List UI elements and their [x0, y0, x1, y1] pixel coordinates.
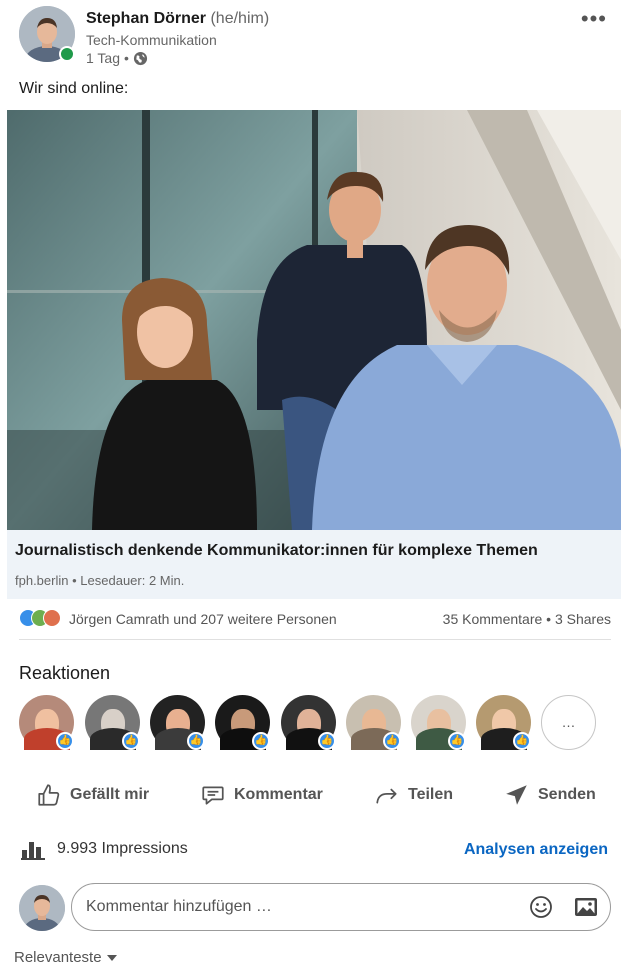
like-badge-icon: 👍 — [56, 732, 74, 750]
caret-down-icon — [106, 954, 117, 961]
post-header: Stephan Dörner (he/him) Tech-Kommunikati… — [0, 0, 621, 76]
more-reactors-button[interactable]: … — [541, 695, 596, 750]
like-badge-icon: 👍 — [383, 732, 401, 750]
post-meta: 1 Tag • — [86, 50, 148, 66]
image-icon[interactable] — [573, 895, 599, 919]
like-badge-icon: 👍 — [122, 732, 140, 750]
bar-chart-icon — [21, 842, 45, 860]
share-button[interactable]: Teilen — [374, 777, 453, 813]
reactor-avatar[interactable]: 👍 — [346, 695, 401, 750]
like-button[interactable]: Gefällt mir — [36, 777, 149, 813]
analytics-link[interactable]: Analysen anzeigen — [464, 841, 608, 859]
link-read-time: Lesedauer: 2 Min. — [80, 573, 185, 588]
link-preview[interactable]: Journalistisch denkende Kommunikator:inn… — [7, 530, 621, 599]
love-reaction-icon — [43, 609, 61, 627]
reactor-avatar[interactable]: 👍 — [19, 695, 74, 750]
reactions-avatars: 👍 👍 👍 👍 👍 👍 👍 👍 … — [19, 695, 611, 753]
send-icon — [506, 785, 527, 805]
comments-shares-count[interactable]: 35 Kommentare • 3 Shares — [443, 611, 611, 627]
like-badge-icon: 👍 — [318, 732, 336, 750]
share-arrow-icon — [376, 788, 397, 804]
sort-dropdown[interactable]: Relevanteste — [14, 949, 118, 966]
reactor-avatar[interactable]: 👍 — [476, 695, 531, 750]
comment-label: Kommentar — [234, 786, 323, 803]
link-title[interactable]: Journalistisch denkende Kommunikator:inn… — [15, 542, 538, 560]
post-image[interactable] — [7, 110, 621, 530]
author-avatar[interactable] — [19, 6, 75, 62]
thumbs-up-icon — [38, 784, 60, 806]
post-text: Wir sind online: — [19, 80, 129, 97]
online-status-dot — [59, 46, 75, 62]
author-subtitle: Tech-Kommunikation — [86, 32, 217, 48]
meta-separator: • — [124, 50, 129, 66]
sort-label: Relevanteste — [14, 949, 102, 966]
divider — [19, 639, 611, 640]
impressions-row: 9.993 Impressions Analysen anzeigen — [19, 838, 611, 862]
action-bar: Gefällt mir Kommentar Teilen Senden — [19, 777, 611, 813]
reactor-avatar[interactable]: 👍 — [215, 695, 270, 750]
author-name-line[interactable]: Stephan Dörner (he/him) — [86, 10, 269, 28]
current-user-avatar[interactable] — [19, 885, 65, 931]
send-label: Senden — [538, 786, 596, 803]
impressions-label: 9.993 Impressions — [57, 840, 188, 857]
reaction-icons[interactable] — [19, 609, 65, 629]
reactor-avatar[interactable]: 👍 — [281, 695, 336, 750]
social-counts: Jörgen Camrath und 207 weitere Personen … — [19, 608, 611, 632]
reactors-summary[interactable]: Jörgen Camrath und 207 weitere Personen — [69, 611, 337, 627]
like-badge-icon: 👍 — [448, 732, 466, 750]
comment-icon — [202, 786, 224, 805]
team-photo — [7, 110, 621, 530]
reactions-title: Reaktionen — [19, 663, 111, 683]
reactor-avatar[interactable]: 👍 — [85, 695, 140, 750]
post-time: 1 Tag — [86, 50, 120, 66]
share-label: Teilen — [408, 786, 454, 803]
link-source: fph.berlin — [15, 573, 69, 588]
reactor-avatar[interactable]: 👍 — [150, 695, 205, 750]
send-button[interactable]: Senden — [504, 777, 596, 813]
link-separator: • — [72, 573, 77, 588]
impressions-count[interactable]: 9.993 Impressions — [19, 838, 188, 860]
more-options-button[interactable]: ••• — [581, 6, 607, 32]
emoji-icon[interactable] — [529, 895, 553, 919]
author-name[interactable]: Stephan Dörner — [86, 10, 206, 27]
author-pronouns: (he/him) — [210, 10, 270, 27]
like-badge-icon: 👍 — [252, 732, 270, 750]
like-badge-icon: 👍 — [513, 732, 531, 750]
like-label: Gefällt mir — [70, 786, 150, 803]
comment-button[interactable]: Kommentar — [200, 777, 323, 813]
link-subline: fph.berlin • Lesedauer: 2 Min. — [15, 573, 184, 588]
comment-composer — [19, 883, 611, 931]
globe-icon — [133, 51, 147, 65]
reactor-avatar[interactable]: 👍 — [411, 695, 466, 750]
like-badge-icon: 👍 — [187, 732, 205, 750]
